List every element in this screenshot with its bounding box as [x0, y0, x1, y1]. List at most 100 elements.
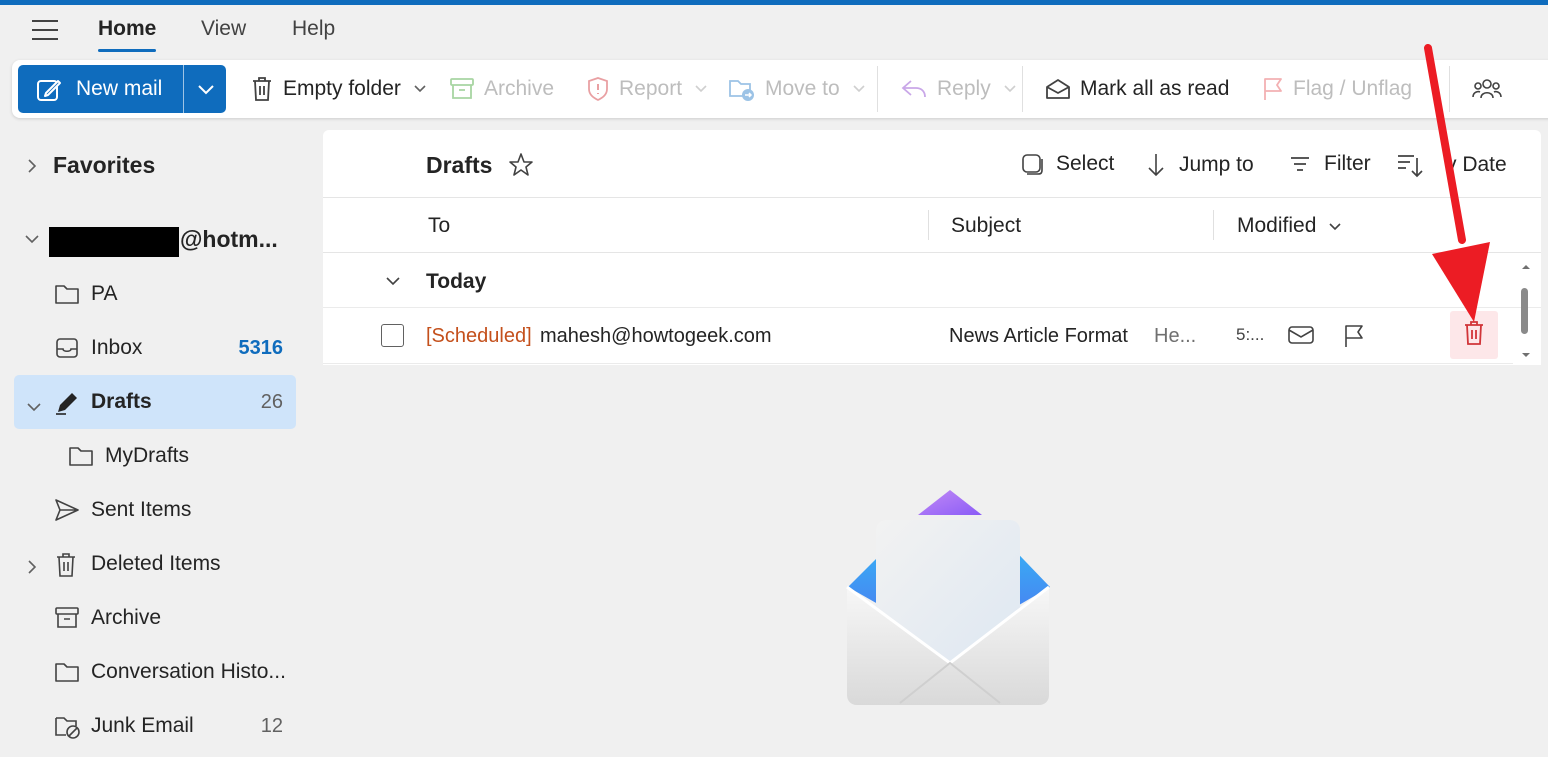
list-scrollbar[interactable] — [1517, 260, 1535, 364]
move-to-button[interactable]: Move to — [728, 74, 866, 104]
tab-home[interactable]: Home — [98, 17, 156, 41]
column-header-to[interactable]: To — [428, 214, 450, 238]
reply-button[interactable]: Reply — [900, 74, 1017, 104]
chevron-right-icon[interactable] — [26, 158, 38, 179]
chevron-right-icon[interactable] — [26, 557, 38, 581]
sidebar-item-mydrafts[interactable]: MyDrafts — [14, 429, 296, 483]
message-list-pane: Drafts Select Jump to Filter y Date To S… — [323, 130, 1541, 365]
jump-to-label: Jump to — [1179, 153, 1254, 176]
sidebar-item-pa[interactable]: PA — [14, 267, 296, 321]
account-name-redacted — [49, 227, 179, 257]
chevron-down-icon[interactable] — [196, 80, 216, 103]
modified-time: 5:... — [1236, 325, 1265, 344]
select-icon — [1020, 152, 1044, 176]
preview: He... — [1154, 325, 1197, 347]
tab-help[interactable]: Help — [292, 17, 335, 41]
archive-label: Archive — [484, 77, 555, 100]
scheduled-tag: [Scheduled] — [426, 325, 532, 347]
new-mail-button[interactable]: New mail — [18, 65, 226, 113]
send-icon — [54, 498, 80, 528]
empty-folder-label: Empty folder — [283, 77, 401, 100]
column-separator — [1213, 210, 1214, 240]
sidebar-item-label: Inbox — [91, 336, 143, 359]
chevron-down-icon[interactable] — [694, 84, 708, 94]
scrollbar-thumb[interactable] — [1521, 288, 1528, 334]
favorites-label[interactable]: Favorites — [53, 152, 155, 179]
sidebar-item-label: MyDrafts — [105, 444, 189, 467]
tab-view[interactable]: View — [201, 17, 246, 41]
chevron-down-icon[interactable] — [1003, 84, 1017, 94]
folder-title: Drafts — [426, 152, 493, 178]
flag-icon — [1262, 76, 1284, 102]
flag-unflag-button[interactable]: Flag / Unflag — [1262, 74, 1412, 104]
ribbon-separator — [877, 66, 878, 112]
row-checkbox[interactable] — [381, 324, 404, 347]
column-header-modified-label: Modified — [1237, 214, 1317, 237]
filter-icon — [1288, 153, 1312, 175]
item-count: 12 — [260, 715, 283, 737]
column-separator — [928, 210, 929, 240]
chevron-down-icon[interactable] — [413, 84, 427, 94]
sidebar-item-label: Conversation Histo... — [91, 660, 286, 683]
subject: News Article Format — [949, 325, 1128, 347]
star-icon[interactable] — [508, 152, 534, 183]
flag-icon[interactable] — [1342, 323, 1366, 354]
empty-folder-button[interactable]: Empty folder — [250, 74, 427, 104]
flag-unflag-label: Flag / Unflag — [1293, 77, 1413, 100]
group-header-today: Today — [426, 270, 487, 293]
sidebar-item-label: Junk Email — [91, 714, 194, 737]
row-divider — [323, 363, 1513, 364]
sidebar-item-label: Deleted Items — [91, 552, 221, 575]
archive-button[interactable]: Archive — [449, 74, 554, 104]
sidebar-item-label: Drafts — [91, 390, 152, 413]
select-label: Select — [1056, 152, 1115, 175]
junk-icon — [54, 714, 82, 746]
menu-icon[interactable] — [32, 20, 58, 40]
sidebar-item-label: Sent Items — [91, 498, 192, 521]
column-header-subject[interactable]: Subject — [951, 214, 1021, 238]
chevron-down-icon[interactable] — [26, 395, 42, 419]
sidebar-item-label: Archive — [91, 606, 162, 629]
table-row[interactable]: [Scheduled] mahesh@howtogeek.com News Ar… — [323, 308, 1513, 363]
recipient: mahesh@howtogeek.com — [540, 325, 772, 347]
sidebar-item-deleted-items[interactable]: Deleted Items — [14, 537, 296, 591]
reply-icon — [900, 78, 928, 100]
folder-move-icon — [728, 76, 756, 102]
mail-icon[interactable] — [1287, 323, 1315, 352]
column-header-modified[interactable]: Modified — [1237, 214, 1342, 238]
archive-icon — [449, 77, 475, 101]
report-label: Report — [619, 77, 683, 100]
mark-all-read-label: Mark all as read — [1080, 77, 1230, 100]
chevron-down-icon[interactable] — [852, 84, 866, 94]
chevron-down-icon — [1328, 214, 1342, 237]
select-button[interactable]: Select — [1020, 152, 1114, 176]
header-divider — [323, 197, 1541, 198]
mark-all-read-button[interactable]: Mark all as read — [1045, 74, 1229, 104]
jump-to-button[interactable]: Jump to — [1145, 152, 1254, 178]
sidebar-item-drafts[interactable]: Drafts 26 — [14, 375, 296, 429]
archive-icon — [54, 606, 80, 636]
filter-button[interactable]: Filter — [1288, 152, 1371, 176]
shield-icon — [586, 76, 610, 102]
annotation-arrow — [1420, 44, 1500, 329]
chevron-down-icon[interactable] — [24, 232, 40, 250]
ribbon-toolbar: New mail Empty folder Archive Report Mov… — [12, 60, 1548, 118]
pencil-icon — [54, 390, 80, 422]
sidebar-item-conversation-history[interactable]: Conversation Histo... — [14, 645, 296, 699]
report-button[interactable]: Report — [586, 74, 708, 104]
chevron-down-icon[interactable] — [385, 274, 401, 292]
sidebar-item-label: PA — [91, 282, 118, 305]
sidebar-item-sent-items[interactable]: Sent Items — [14, 483, 296, 537]
sidebar-item-archive[interactable]: Archive — [14, 591, 296, 645]
trash-icon — [54, 552, 78, 584]
reply-label: Reply — [937, 77, 991, 100]
sidebar-item-inbox[interactable]: Inbox 5316 — [14, 321, 296, 375]
arrow-down-icon — [1145, 152, 1167, 178]
ribbon-separator — [1022, 66, 1023, 112]
menu-bar: Home View Help — [0, 5, 1548, 57]
move-to-label: Move to — [765, 77, 840, 100]
empty-mail-illustration — [840, 485, 1060, 720]
account-email[interactable]: @hotm... — [180, 226, 278, 253]
sidebar-item-junk-email[interactable]: Junk Email 12 — [14, 699, 296, 753]
folder-sidebar: Favorites @hotm... PA Inbox 5316 Drafts … — [0, 130, 310, 757]
